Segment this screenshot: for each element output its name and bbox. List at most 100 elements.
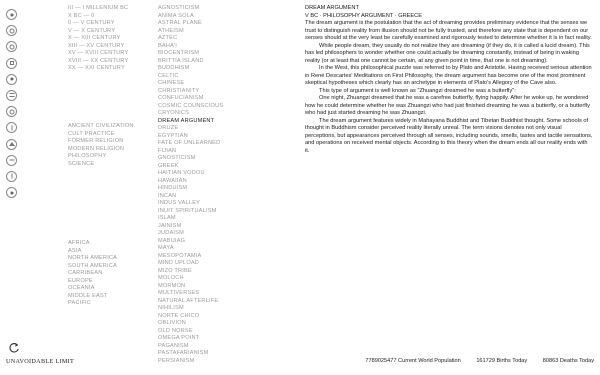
belief-item[interactable]: MABUIAG: [158, 238, 223, 246]
brand-name: UNAVOIDABLE LIMIT: [6, 358, 75, 365]
belief-item[interactable]: ASTRAL PLANE: [158, 20, 223, 28]
century-item[interactable]: XVIII — XX CENTURY: [68, 58, 128, 66]
region-item[interactable]: EUROPE: [68, 278, 117, 286]
triangle-icon[interactable]: [6, 138, 17, 150]
belief-item[interactable]: CRYONICS: [158, 110, 223, 118]
belief-item[interactable]: HINDUISM: [158, 185, 223, 193]
region-item[interactable]: NORTH AMERICA: [68, 255, 117, 263]
category-item[interactable]: PHILOSOPHY: [68, 153, 134, 161]
century-item[interactable]: III — I MILLENIUM BC: [68, 5, 128, 13]
belief-item[interactable]: MOLOCH: [158, 275, 223, 283]
belief-item[interactable]: EGYPTIAN: [158, 133, 223, 141]
belief-item[interactable]: DRUZE: [158, 125, 223, 133]
belief-item[interactable]: NATURAL AFTERLIFE: [158, 298, 223, 306]
belief-item[interactable]: MULTIVERSES: [158, 290, 223, 298]
belief-item[interactable]: CHINESE: [158, 80, 223, 88]
belief-item[interactable]: MIZO TRIBE: [158, 268, 223, 276]
vertical-line-icon[interactable]: [6, 122, 17, 134]
dot-icon[interactable]: [6, 73, 17, 85]
belief-item[interactable]: BRITTIA ISLAND: [158, 58, 223, 66]
article-panel: DREAM ARGUMENT V BC · PHILOSOPHY ARGUMEN…: [305, 5, 593, 155]
article-paragraph: This type of argument is well known as "…: [319, 87, 516, 94]
settings-dot-icon[interactable]: [6, 187, 17, 199]
belief-item[interactable]: MESOPOTAMIA: [158, 253, 223, 261]
article-subtitle: V BC · PHILOSOPHY ARGUMENT · GREECE: [305, 12, 423, 19]
region-item[interactable]: ASIA: [68, 248, 117, 256]
deaths-stat: 80863 Deaths Today: [542, 358, 594, 364]
belief-item[interactable]: BAHA'I: [158, 43, 223, 51]
circle-dot-icon[interactable]: [6, 9, 17, 20]
info-icon[interactable]: [6, 170, 17, 182]
belief-item[interactable]: INUIT SPIRITUALISM: [158, 208, 223, 216]
square-icon[interactable]: [6, 57, 17, 69]
category-item[interactable]: FORMER RELIGION: [68, 138, 134, 146]
region-item[interactable]: MIDDLE EAST: [68, 293, 117, 301]
belief-list: AGNOSTICISM ANIMA SOLA ASTRAL PLANE ATHEISM…: [158, 5, 223, 365]
reload-icon[interactable]: [8, 342, 20, 354]
century-item[interactable]: V — X CENTURY: [68, 28, 128, 36]
century-item[interactable]: XV — XVIII CENTURY: [68, 50, 128, 58]
target-icon[interactable]: [6, 25, 17, 37]
region-item[interactable]: AFRICA: [68, 240, 117, 248]
region-item[interactable]: PACIFIC: [68, 300, 117, 308]
category-item[interactable]: MODERN RELIGION: [68, 146, 134, 154]
births-stat: 161729 Births Today: [476, 358, 528, 364]
belief-item[interactable]: GREEK: [158, 163, 223, 171]
belief-item[interactable]: NIHILISM: [158, 305, 223, 313]
article-paragraph: The dream argument is the postulation th…: [305, 20, 592, 41]
belief-item[interactable]: PAGANISM: [158, 343, 223, 351]
article-paragraph: The dream argument features widely in Ma…: [305, 117, 593, 154]
globe-icon[interactable]: [6, 106, 17, 118]
belief-item[interactable]: NORTE CHICO: [158, 313, 223, 321]
belief-item[interactable]: AZTEC: [158, 35, 223, 43]
belief-item[interactable]: CHRISTIANITY: [158, 88, 223, 96]
belief-item[interactable]: HAITIAN VODOU: [158, 170, 223, 178]
article-title: DREAM ARGUMENT: [305, 5, 359, 11]
belief-item[interactable]: FATE OF UNLEARNED: [158, 140, 223, 148]
century-item[interactable]: XIII — XV CENTURY: [68, 43, 128, 51]
belief-item[interactable]: GNOSTICISM: [158, 155, 223, 163]
belief-item[interactable]: FIJIAN: [158, 148, 223, 156]
belief-item[interactable]: INCAN: [158, 193, 223, 201]
category-item[interactable]: ANCIENT CIVILIZATION: [68, 123, 134, 131]
region-item[interactable]: CARRIBEAN: [68, 270, 117, 278]
belief-item[interactable]: JUDAISM: [158, 230, 223, 238]
belief-item[interactable]: OLD NORSE: [158, 328, 223, 336]
belief-item[interactable]: CONFUCIANISM: [158, 95, 223, 103]
belief-item[interactable]: INDUS VALLEY: [158, 200, 223, 208]
nested-circle-icon[interactable]: [6, 41, 17, 53]
belief-item[interactable]: MORMON: [158, 283, 223, 291]
century-item[interactable]: X BC — 0: [68, 13, 128, 21]
region-item[interactable]: OCEANIA: [68, 285, 117, 293]
belief-item[interactable]: ISLAM: [158, 215, 223, 223]
belief-item[interactable]: CELTIC: [158, 73, 223, 81]
belief-item[interactable]: PASTAFARIANISM: [158, 350, 223, 358]
belief-item[interactable]: BIOCENTRISM: [158, 50, 223, 58]
horizontal-line-icon[interactable]: [6, 154, 17, 166]
world-stats: 7789025477 Current World Population 1617…: [351, 358, 594, 364]
category-item[interactable]: CULT PRACTICE: [68, 131, 134, 139]
belief-item[interactable]: ATHEISM: [158, 28, 223, 36]
belief-item[interactable]: BUDDHISM: [158, 65, 223, 73]
century-item[interactable]: XX — XXI CENTURY: [68, 65, 128, 73]
belief-item[interactable]: COSMIC COUNSCIOUS: [158, 103, 223, 111]
belief-item[interactable]: MIND UPLOAD: [158, 260, 223, 268]
filter-icon-column: [6, 9, 20, 203]
belief-item[interactable]: OBLIVION: [158, 320, 223, 328]
region-filter-list: AFRICA ASIA NORTH AMERICA SOUTH AMERICA …: [68, 240, 117, 308]
belief-item[interactable]: PERSIANISM: [158, 358, 223, 366]
belief-item[interactable]: MAYA: [158, 245, 223, 253]
population-stat: 7789025477 Current World Population: [365, 358, 461, 364]
region-item[interactable]: SOUTH AMERICA: [68, 263, 117, 271]
belief-item[interactable]: AGNOSTICISM: [158, 5, 223, 13]
century-item[interactable]: 0 — V CENTURY: [68, 20, 128, 28]
century-filter-list: III — I MILLENIUM BC X BC — 0 0 — V CENT…: [68, 5, 128, 73]
belief-item[interactable]: OMEGA POINT: [158, 335, 223, 343]
category-item[interactable]: SCIENCE: [68, 161, 134, 169]
layers-icon[interactable]: [6, 89, 17, 101]
belief-item[interactable]: HAWAIIAN: [158, 178, 223, 186]
belief-item[interactable]: JAINISM: [158, 223, 223, 231]
belief-item[interactable]: DREAM ARGUMENT: [158, 118, 223, 126]
century-item[interactable]: X — XIII CENTURY: [68, 35, 128, 43]
belief-item[interactable]: ANIMA SOLA: [158, 13, 223, 21]
